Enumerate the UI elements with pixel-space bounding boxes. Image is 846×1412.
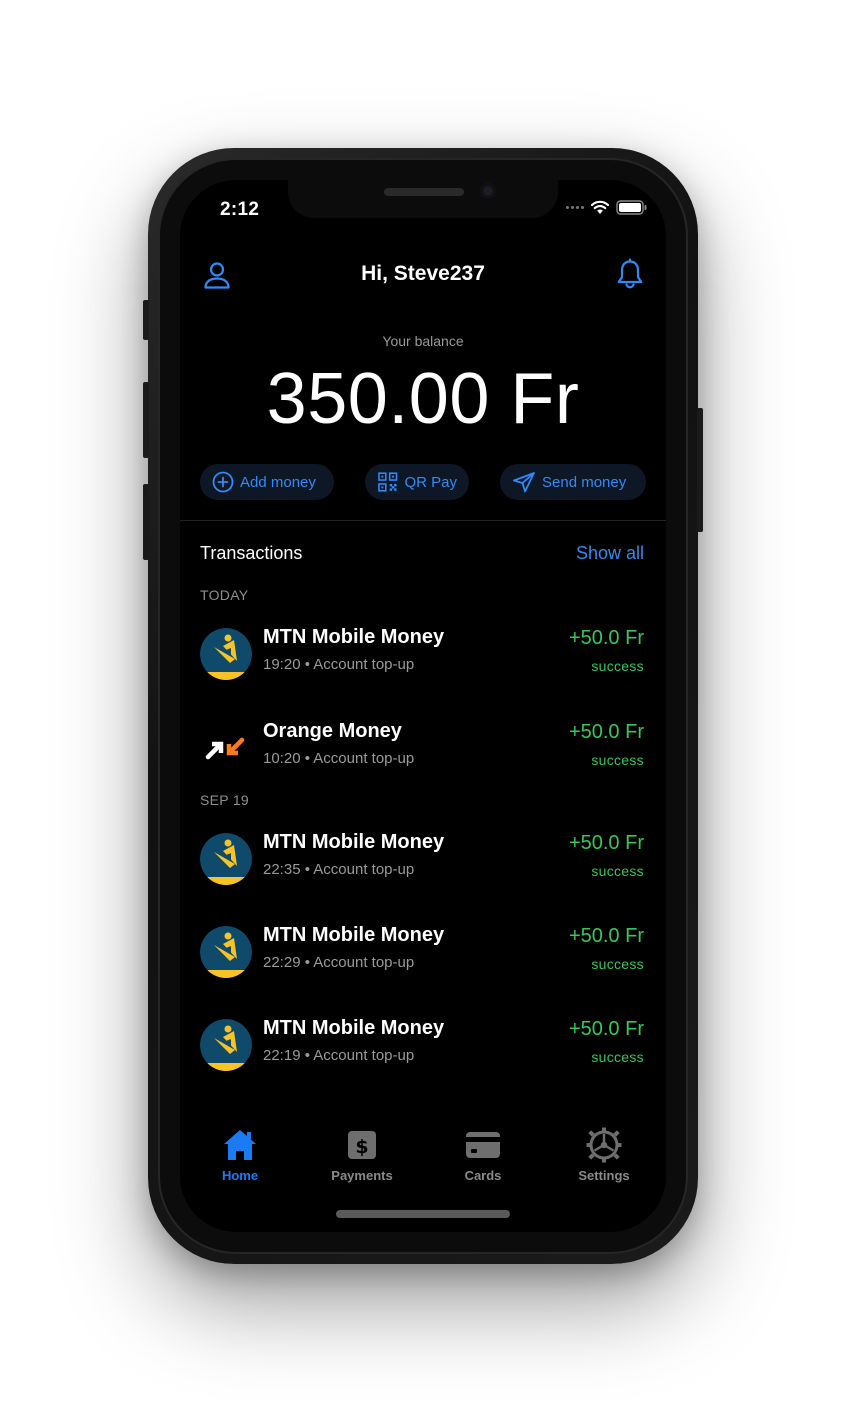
section-label-today: TODAY (200, 587, 249, 603)
screen: 2:12 Hi, Steve237 Your balance 350.00 Fr… (180, 180, 666, 1232)
wifi-icon (590, 200, 610, 214)
transaction-meta: 22:35 • Account top-up (263, 861, 415, 878)
volume-down-button (143, 484, 149, 560)
home-indicator[interactable] (336, 1210, 510, 1218)
power-button (697, 408, 703, 532)
transaction-row[interactable]: Orange Money 10:20 • Account top-up +50.… (200, 720, 644, 776)
status-icons (566, 200, 648, 215)
section-label-sep-19: SEP 19 (200, 792, 250, 808)
transaction-status: success (591, 956, 644, 972)
add-money-button[interactable]: Add money (200, 464, 334, 500)
send-money-button[interactable]: Send money (500, 464, 646, 500)
front-camera (480, 183, 496, 199)
tab-settings[interactable]: Settings (554, 1126, 654, 1183)
mtn-logo-icon (200, 628, 252, 680)
balance-amount: 350.00 Fr (266, 359, 580, 439)
tab-bar: Home $ Payments Cards Settings (180, 1126, 666, 1196)
card-icon (466, 1132, 500, 1158)
transaction-meta: 22:19 • Account top-up (263, 1047, 415, 1064)
transaction-amount: +50.0 Fr (568, 627, 644, 649)
add-money-label: Add money (240, 473, 316, 491)
qr-pay-label: QR Pay (404, 473, 457, 491)
tab-cards-label: Cards (464, 1168, 502, 1183)
bell-icon[interactable] (614, 258, 646, 290)
transaction-status: success (591, 1049, 644, 1065)
transaction-amount: +50.0 Fr (568, 721, 644, 743)
send-money-label: Send money (542, 473, 627, 491)
transaction-name: MTN Mobile Money (263, 1017, 445, 1039)
volume-up-button (143, 382, 149, 458)
status-time: 2:12 (220, 199, 260, 220)
tab-payments-label: Payments (331, 1168, 393, 1183)
tab-cards[interactable]: Cards (433, 1126, 533, 1183)
transaction-row[interactable]: MTN Mobile Money 22:19 • Account top-up … (200, 1017, 644, 1073)
notch (288, 180, 558, 218)
transaction-amount: +50.0 Fr (568, 925, 644, 947)
transaction-name: MTN Mobile Money (263, 924, 445, 946)
transaction-row[interactable]: MTN Mobile Money 19:20 • Account top-up … (200, 626, 644, 682)
tab-settings-label: Settings (578, 1168, 630, 1183)
transaction-name: Orange Money (263, 720, 402, 742)
transaction-amount: +50.0 Fr (568, 832, 644, 854)
gear-icon (586, 1127, 622, 1163)
transaction-meta: 10:20 • Account top-up (263, 750, 415, 767)
plus-circle-icon (212, 471, 234, 493)
transaction-status: success (591, 658, 644, 674)
transaction-amount: +50.0 Fr (568, 1018, 644, 1040)
mtn-logo-icon (200, 1019, 252, 1071)
show-all-link[interactable]: Show all (576, 543, 644, 564)
mtn-logo-icon (200, 926, 252, 978)
mtn-logo-icon (200, 833, 252, 885)
transaction-row[interactable]: MTN Mobile Money 22:35 • Account top-up … (200, 831, 644, 887)
mute-switch (143, 300, 149, 340)
svg-text:$: $ (355, 1136, 368, 1158)
transaction-row[interactable]: MTN Mobile Money 22:29 • Account top-up … (200, 924, 644, 980)
home-icon (224, 1130, 256, 1160)
tab-payments[interactable]: $ Payments (312, 1126, 412, 1183)
transaction-name: MTN Mobile Money (263, 831, 445, 853)
transactions-title: Transactions (200, 543, 303, 563)
stage: 2:12 Hi, Steve237 Your balance 350.00 Fr… (0, 0, 846, 1412)
transaction-meta: 19:20 • Account top-up (263, 656, 415, 673)
divider (180, 520, 666, 521)
tab-home-label: Home (221, 1168, 259, 1183)
transaction-name: MTN Mobile Money (263, 626, 445, 648)
transaction-status: success (591, 863, 644, 879)
speaker (384, 188, 464, 196)
transaction-meta: 22:29 • Account top-up (263, 954, 415, 971)
dollar-icon: $ (348, 1131, 376, 1159)
transaction-status: success (591, 752, 644, 768)
orange-money-logo-icon (205, 737, 245, 760)
greeting-title: Hi, Steve237 (361, 262, 485, 285)
balance-label: Your balance (382, 333, 464, 349)
quick-actions: Add money QR Pay Send money (200, 464, 646, 500)
paper-plane-icon (513, 472, 535, 493)
cellular-signal-icon (566, 206, 584, 209)
battery-icon (616, 200, 647, 215)
tab-home[interactable]: Home (190, 1126, 290, 1183)
qr-pay-button[interactable]: QR Pay (365, 464, 469, 500)
qr-code-icon (378, 472, 398, 492)
